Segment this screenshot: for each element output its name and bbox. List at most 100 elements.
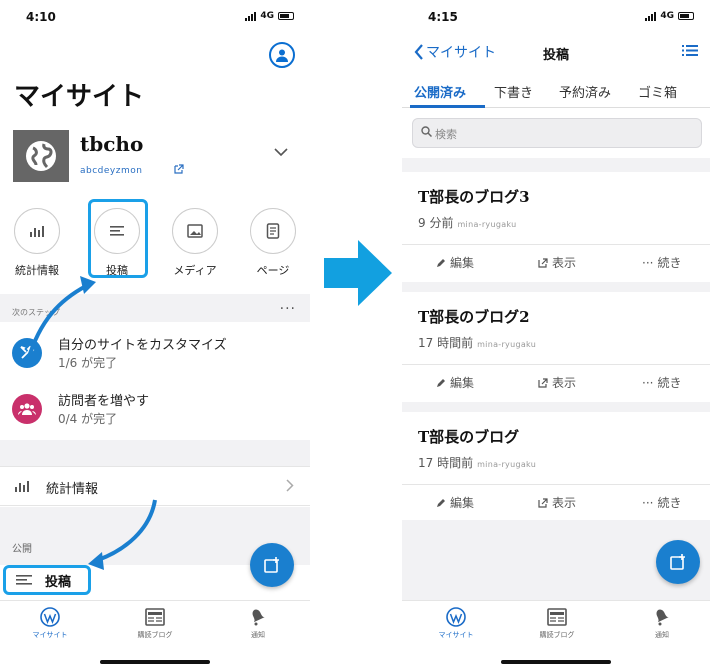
menu-row-stats[interactable]: 統計情報 bbox=[0, 466, 310, 506]
menu-row-label: 統計情報 bbox=[46, 482, 99, 497]
tab-notifications[interactable]: 通知 bbox=[627, 606, 697, 640]
edit-label: 編集 bbox=[450, 256, 475, 270]
tab-bar: マイサイト 購読ブログ 通知 bbox=[402, 600, 710, 646]
quick-action-label: 統計情報 bbox=[15, 264, 59, 277]
battery-icon bbox=[678, 12, 694, 20]
post-site: mina-ryugaku bbox=[477, 460, 537, 469]
search-placeholder: 検索 bbox=[435, 128, 457, 141]
tab-label: マイサイト bbox=[438, 631, 474, 639]
phone-posts-list: 4:15 4G マイサイト 投稿 公開済み 下書き 予約済み ゴミ箱 検索 T部… bbox=[402, 0, 710, 670]
search-input[interactable]: 検索 bbox=[412, 118, 702, 148]
edit-button[interactable]: 編集 bbox=[436, 254, 474, 271]
post-title: T部長のブログ3 bbox=[418, 188, 530, 206]
status-bar: 4:10 4G bbox=[0, 0, 310, 34]
post-actions: 編集 表示 ··· 続き bbox=[402, 244, 710, 276]
new-post-icon bbox=[264, 557, 279, 573]
post-actions: 編集 表示 ··· 続き bbox=[402, 484, 710, 516]
more-button[interactable]: ··· 続き bbox=[642, 254, 681, 271]
external-link-icon[interactable] bbox=[173, 164, 184, 175]
tab-label: 購読ブログ bbox=[539, 631, 575, 639]
post-title: T部長のブログ bbox=[418, 428, 520, 446]
view-label: 表示 bbox=[552, 496, 577, 510]
post-actions: 編集 表示 ··· 続き bbox=[402, 364, 710, 396]
task-customize-site[interactable]: 自分のサイトをカスタマイズ 1/6 が完了 bbox=[0, 330, 310, 380]
tab-reader[interactable]: 購読ブログ bbox=[120, 606, 190, 640]
post-card[interactable]: T部長のブログ2 17 時間前 mina-ryugaku 編集 表示 ··· 続き bbox=[402, 292, 710, 398]
media-icon bbox=[187, 224, 203, 238]
task-title: 訪問者を増やす bbox=[58, 394, 150, 409]
post-meta: 17 時間前 mina-ryugaku bbox=[418, 454, 536, 471]
phone-my-site: 4:10 4G マイサイト tbcho abcdeyzmon 統計情報 投稿 メ… bbox=[0, 0, 310, 670]
quick-action-pages[interactable]: ページ bbox=[238, 208, 308, 278]
tab-label: 購読ブログ bbox=[137, 631, 173, 639]
task-progress: 1/6 が完了 bbox=[58, 356, 118, 370]
quick-action-stats[interactable]: 統計情報 bbox=[2, 208, 72, 278]
search-icon bbox=[421, 126, 432, 137]
post-meta: 9 分前 mina-ryugaku bbox=[418, 214, 516, 231]
tab-my-site[interactable]: マイサイト bbox=[15, 606, 85, 640]
network-label: 4G bbox=[660, 11, 674, 21]
view-button[interactable]: 表示 bbox=[538, 254, 576, 271]
bar-chart-icon bbox=[30, 226, 44, 237]
site-url-link[interactable]: abcdeyzmon bbox=[80, 166, 142, 176]
quick-action-label: ページ bbox=[256, 264, 290, 277]
tab-published[interactable]: 公開済み bbox=[414, 82, 466, 101]
list-spacer bbox=[402, 158, 710, 172]
task-progress: 0/4 が完了 bbox=[58, 412, 118, 426]
chevron-right-icon bbox=[286, 479, 294, 492]
tab-trash[interactable]: ゴミ箱 bbox=[638, 82, 677, 101]
edit-button[interactable]: 編集 bbox=[436, 374, 474, 391]
chevron-down-icon[interactable] bbox=[274, 148, 288, 157]
more-label: 続き bbox=[657, 376, 682, 390]
site-icon[interactable] bbox=[13, 130, 69, 182]
comparison-screenshot: 4:10 4G マイサイト tbcho abcdeyzmon 統計情報 投稿 メ… bbox=[0, 0, 710, 670]
page-title: 投稿 bbox=[542, 48, 569, 63]
post-site: mina-ryugaku bbox=[477, 340, 537, 349]
profile-avatar-button[interactable] bbox=[269, 42, 295, 68]
create-post-fab[interactable] bbox=[656, 540, 700, 584]
reader-icon bbox=[547, 608, 567, 626]
page-title: マイサイト bbox=[14, 82, 145, 112]
post-time: 17 時間前 bbox=[418, 336, 474, 350]
active-tab-indicator bbox=[410, 105, 485, 108]
more-button[interactable]: ··· 続き bbox=[642, 374, 681, 391]
post-status-tabs: 公開済み 下書き 予約済み ゴミ箱 bbox=[402, 76, 710, 108]
external-link-icon bbox=[538, 377, 548, 388]
view-label: 表示 bbox=[552, 376, 577, 390]
quick-action-media[interactable]: メディア bbox=[160, 208, 230, 278]
list-view-icon[interactable] bbox=[682, 44, 698, 57]
tab-my-site[interactable]: マイサイト bbox=[421, 606, 491, 640]
post-meta: 17 時間前 mina-ryugaku bbox=[418, 334, 536, 351]
ellipsis-icon: ··· bbox=[642, 375, 654, 390]
tab-drafts[interactable]: 下書き bbox=[494, 82, 533, 101]
view-button[interactable]: 表示 bbox=[538, 374, 576, 391]
post-card[interactable]: T部長のブログ3 9 分前 mina-ryugaku 編集 表示 ··· 続き bbox=[402, 172, 710, 278]
edit-button[interactable]: 編集 bbox=[436, 494, 474, 511]
pencil-icon bbox=[437, 378, 445, 387]
task-grow-visitors[interactable]: 訪問者を増やす 0/4 が完了 bbox=[0, 386, 310, 436]
network-label: 4G bbox=[260, 11, 274, 21]
external-link-icon bbox=[538, 497, 548, 508]
new-post-icon bbox=[670, 554, 685, 570]
task-title: 自分のサイトをカスタマイズ bbox=[58, 338, 227, 353]
edit-label: 編集 bbox=[450, 376, 475, 390]
status-time: 4:15 bbox=[428, 10, 458, 24]
more-options-icon[interactable]: ··· bbox=[280, 301, 296, 317]
tab-notifications[interactable]: 通知 bbox=[223, 606, 293, 640]
ellipsis-icon: ··· bbox=[642, 255, 654, 270]
more-button[interactable]: ··· 続き bbox=[642, 494, 681, 511]
bell-icon bbox=[252, 609, 265, 626]
more-label: 続き bbox=[657, 496, 682, 510]
home-indicator bbox=[501, 660, 611, 664]
tab-scheduled[interactable]: 予約済み bbox=[559, 82, 611, 101]
tab-reader[interactable]: 購読ブログ bbox=[522, 606, 592, 640]
home-indicator bbox=[100, 660, 210, 664]
pencil-icon bbox=[437, 258, 445, 267]
quick-action-label: メディア bbox=[173, 264, 217, 277]
post-card[interactable]: T部長のブログ 17 時間前 mina-ryugaku 編集 表示 ··· 続き bbox=[402, 412, 710, 518]
pencil-icon bbox=[437, 498, 445, 507]
view-button[interactable]: 表示 bbox=[538, 494, 576, 511]
view-label: 表示 bbox=[552, 256, 577, 270]
reader-icon bbox=[145, 608, 165, 626]
create-post-fab[interactable] bbox=[250, 543, 294, 587]
